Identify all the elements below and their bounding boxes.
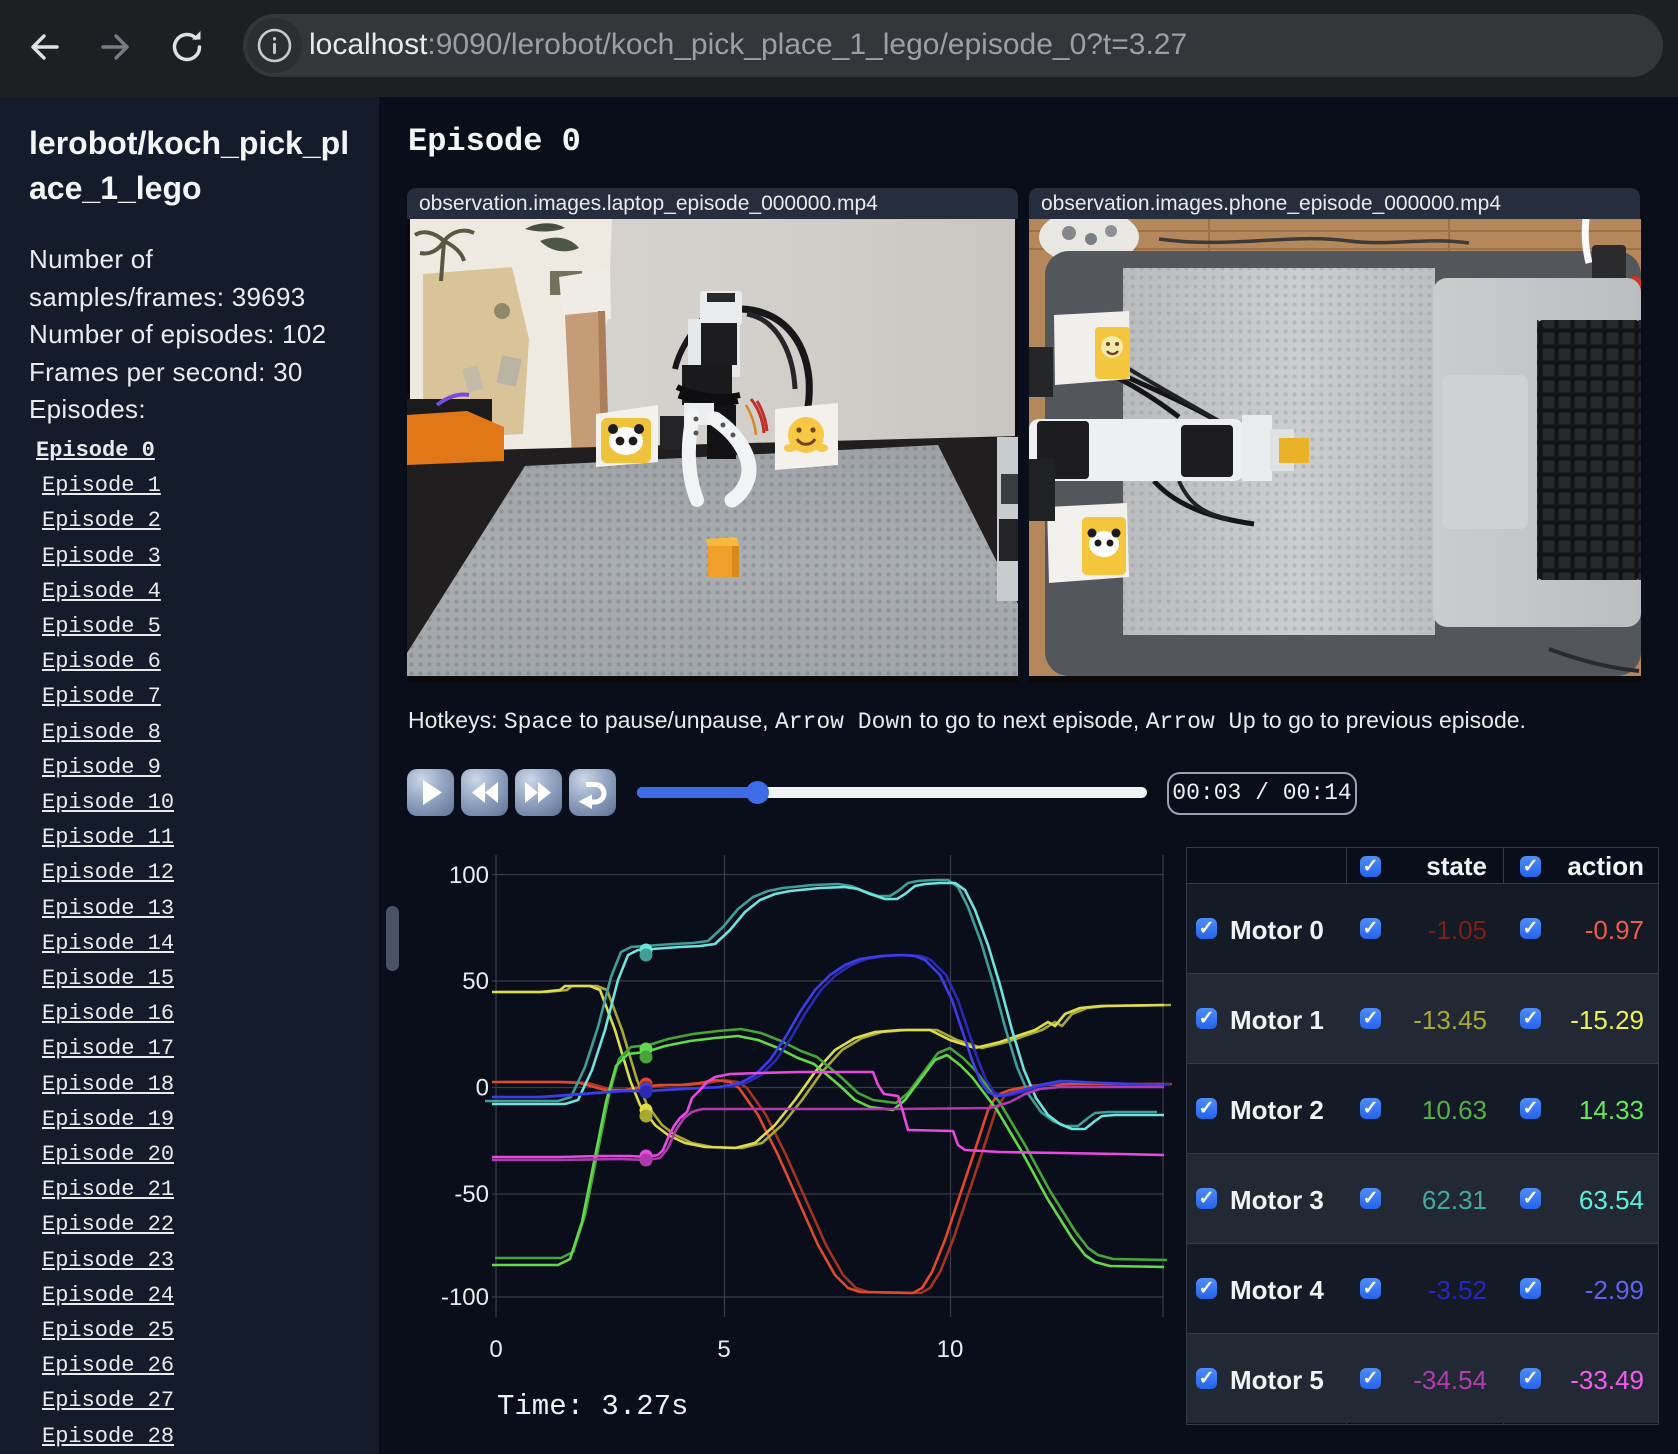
svg-text:0: 0 <box>489 1336 502 1363</box>
svg-text:Time: 3.27s: Time: 3.27s <box>497 1390 688 1423</box>
svg-text:-50: -50 <box>454 1181 489 1208</box>
svg-text:100: 100 <box>449 862 489 889</box>
svg-text:0: 0 <box>476 1075 489 1102</box>
svg-text:10: 10 <box>937 1336 964 1363</box>
svg-text:5: 5 <box>717 1336 730 1363</box>
svg-text:50: 50 <box>462 968 489 995</box>
svg-text:-100: -100 <box>441 1284 489 1311</box>
